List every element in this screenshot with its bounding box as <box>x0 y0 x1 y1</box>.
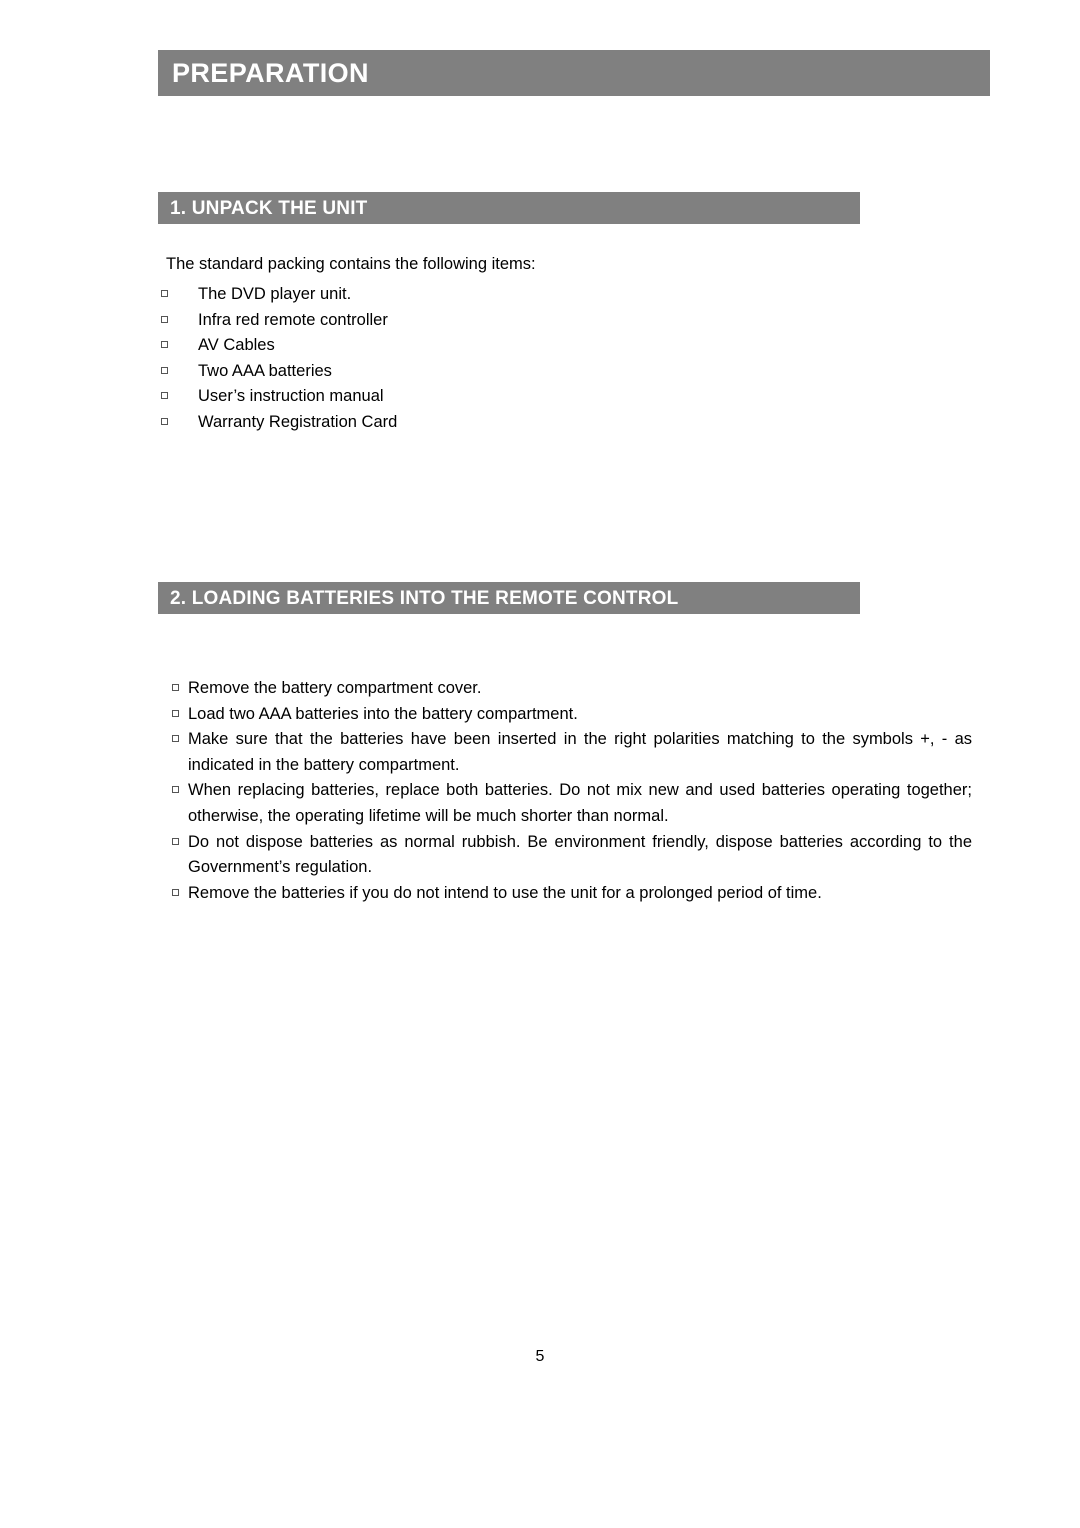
list-item-label: Remove the batteries if you do not inten… <box>188 883 822 902</box>
list-item: Remove the batteries if you do not inten… <box>172 881 972 907</box>
square-bullet-icon <box>172 786 179 794</box>
list-item: Warranty Registration Card <box>160 410 397 436</box>
square-bullet-icon <box>172 684 179 691</box>
square-bullet-icon <box>161 417 168 425</box>
manual-page: PREPARATION 1. UNPACK THE UNIT The stand… <box>0 0 1080 1528</box>
list-item: Do not dispose batteries as normal rubbi… <box>172 830 972 881</box>
list-item: Load two AAA batteries into the battery … <box>172 702 972 728</box>
square-bullet-icon <box>161 366 168 374</box>
list-item-label: Infra red remote controller <box>198 310 388 329</box>
list-item: Remove the battery compartment cover. <box>172 676 972 702</box>
list-item: AV Cables <box>160 333 397 359</box>
list-item-label: When replacing batteries, replace both b… <box>188 781 972 825</box>
square-bullet-icon <box>161 290 168 297</box>
section-heading-bar-loading-batteries: 2. LOADING BATTERIES INTO THE REMOTE CON… <box>158 582 860 614</box>
unpack-intro-text: The standard packing contains the follow… <box>166 255 536 273</box>
chapter-title-bar: PREPARATION <box>158 50 990 96</box>
list-item: The DVD player unit. <box>160 282 397 308</box>
list-item: Two AAA batteries <box>160 359 397 385</box>
list-item-label: The DVD player unit. <box>198 285 352 303</box>
section-heading-bar-unpack: 1. UNPACK THE UNIT <box>158 192 860 224</box>
square-bullet-icon <box>172 888 179 896</box>
loading-batteries-steps-list: Remove the battery compartment cover. Lo… <box>172 676 972 906</box>
list-item: User’s instruction manual <box>160 384 397 410</box>
list-item: Infra red remote controller <box>160 308 397 334</box>
square-bullet-icon <box>161 392 168 400</box>
section-heading-unpack: 1. UNPACK THE UNIT <box>170 197 368 219</box>
list-item-label: Make sure that the batteries have been i… <box>188 730 972 774</box>
unpack-items-list: The DVD player unit. Infra red remote co… <box>160 282 397 436</box>
square-bullet-icon <box>172 837 179 845</box>
list-item-label: Remove the battery compartment cover. <box>188 679 482 697</box>
list-item-label: Warranty Registration Card <box>198 412 398 431</box>
list-item-label: AV Cables <box>198 336 275 355</box>
list-item-label: Load two AAA batteries into the battery … <box>188 704 578 723</box>
square-bullet-icon <box>172 709 179 717</box>
list-item: Make sure that the batteries have been i… <box>172 727 972 778</box>
square-bullet-icon <box>161 315 168 323</box>
square-bullet-icon <box>161 341 168 349</box>
list-item-label: User’s instruction manual <box>198 387 384 406</box>
section-heading-loading-batteries: 2. LOADING BATTERIES INTO THE REMOTE CON… <box>170 587 679 609</box>
page-number: 5 <box>535 1348 545 1365</box>
list-item: When replacing batteries, replace both b… <box>172 778 972 829</box>
square-bullet-icon <box>172 735 179 743</box>
chapter-title: PREPARATION <box>172 57 369 88</box>
list-item-label: Do not dispose batteries as normal rubbi… <box>188 832 972 877</box>
list-item-label: Two AAA batteries <box>198 361 332 380</box>
